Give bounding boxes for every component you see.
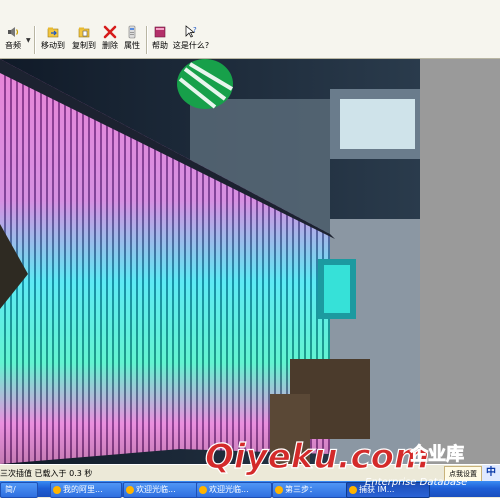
delete-label: 删除 [102, 41, 118, 50]
whats-this-label: 这是什么? [172, 41, 210, 50]
taskbar-item-label: 我的阿里... [63, 485, 103, 494]
audio-label: 音频 [5, 41, 21, 50]
delete-button[interactable]: 删除 [100, 25, 120, 55]
taskbar-item[interactable]: 欢迎光临... [196, 482, 272, 498]
status-text: 三次插值 已载入于 0.3 秒 [0, 469, 93, 478]
audio-button[interactable]: 音频 [2, 25, 24, 55]
taskbar-item-label: 欢迎光临... [136, 485, 176, 494]
taskbar-item[interactable]: 简/ [0, 482, 38, 498]
copy-to-label: 复制到 [72, 41, 96, 50]
ie-icon [199, 486, 207, 494]
taskbar-item[interactable]: 第三步： [272, 482, 350, 498]
toolbar-separator [34, 26, 35, 54]
copy-folder-icon [78, 27, 90, 38]
led-tubes-image [0, 59, 420, 464]
chevron-down-icon[interactable]: ▼ [26, 37, 31, 44]
ie-icon [53, 486, 61, 494]
whats-this-button[interactable]: ? 这是什么? [172, 25, 210, 55]
viewer-side-pane [420, 59, 500, 464]
speaker-icon [8, 27, 19, 37]
led-light-tubes-photo [0, 59, 420, 464]
taskbar-item-label: 欢迎光临... [209, 485, 249, 494]
taskbar: 简/ 我的阿里... 欢迎光临... 欢迎光临... 第三步： 捕获 IM... [0, 481, 500, 498]
ie-icon [126, 486, 134, 494]
svg-text:?: ? [193, 26, 197, 34]
settings-hint[interactable]: 点我设置 [444, 466, 482, 482]
copy-to-button[interactable]: 复制到 [70, 25, 98, 55]
capture-icon [349, 486, 357, 494]
image-viewer-canvas [0, 59, 500, 464]
delete-x-icon [103, 25, 117, 39]
help-label: 帮助 [152, 41, 168, 50]
taskbar-item[interactable]: 欢迎光临... [123, 482, 199, 498]
move-to-label: 移动到 [41, 41, 65, 50]
toolbar-separator [146, 26, 147, 54]
help-book-icon [154, 26, 166, 38]
taskbar-item-label: 简/ [5, 485, 16, 494]
help-button[interactable]: 帮助 [150, 25, 170, 55]
taskbar-item-label: 第三步： [285, 485, 317, 494]
whats-this-icon: ? [185, 25, 197, 38]
window-icon [275, 486, 283, 494]
ime-indicator[interactable]: 中 [482, 465, 500, 481]
taskbar-item[interactable]: 捕获 IM... [346, 482, 430, 498]
taskbar-item[interactable]: 我的阿里... [50, 482, 122, 498]
properties-button[interactable]: 属性 [122, 25, 142, 55]
properties-icon [128, 25, 136, 39]
move-folder-icon [47, 27, 59, 38]
image-viewer-toolbar: 音频 ▼ 移动到 复制到 删除 属性 帮助 ? 这是什么? [0, 0, 500, 59]
taskbar-item-label: 捕获 IM... [359, 485, 395, 494]
properties-label: 属性 [124, 41, 140, 50]
status-bar: 三次插值 已载入于 0.3 秒 点我设置 中 [0, 464, 500, 482]
move-to-button[interactable]: 移动到 [38, 25, 68, 55]
